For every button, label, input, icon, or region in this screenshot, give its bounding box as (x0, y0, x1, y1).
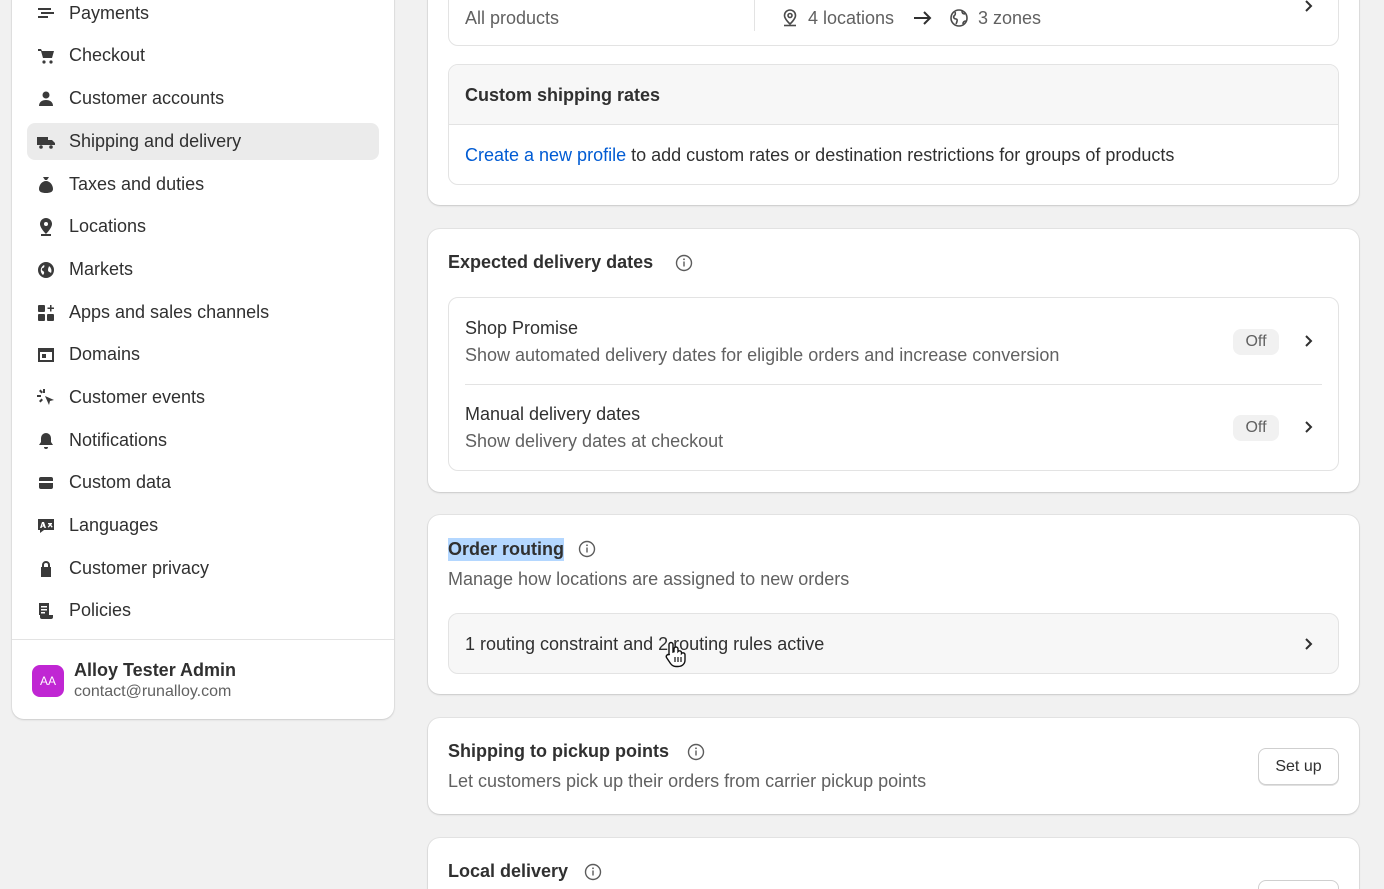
sidebar-item-apps-and-sales-channels[interactable]: Apps and sales channels (27, 294, 379, 331)
sidebar-item-label: Markets (69, 259, 134, 279)
status-badge: Off (1233, 415, 1279, 441)
sidebar-item-label: Customer events (69, 387, 206, 407)
sidebar-item-shipping-and-delivery[interactable]: Shipping and delivery (27, 123, 379, 160)
user-profile[interactable]: AA Alloy Tester Admin contact@runalloy.c… (32, 659, 236, 703)
globe-icon (950, 9, 968, 27)
custom-rates-title: Custom shipping rates (465, 85, 661, 105)
set-up-button[interactable]: Set up (1258, 748, 1339, 785)
local-delivery-card: Local delivery (428, 838, 1359, 889)
order-routing-desc: Manage how locations are assigned to new… (448, 569, 850, 589)
language-icon (35, 515, 57, 537)
sidebar-item-label: Taxes and duties (69, 174, 205, 194)
custom-rates-description: to add custom rates or destination restr… (626, 145, 1175, 165)
sidebar-item-label: Payments (69, 3, 150, 23)
policy-icon (35, 600, 57, 622)
sidebar-item-label: Domains (69, 344, 141, 364)
sidebar-item-label: Notifications (69, 430, 168, 450)
custom-rates-section: Custom shipping rates Create a new profi… (448, 64, 1339, 185)
shop-promise-row[interactable]: Shop Promise Show automated delivery dat… (449, 298, 1338, 384)
pickup-points-card: Shipping to pickup points Let customers … (428, 718, 1359, 814)
info-icon[interactable] (578, 540, 596, 558)
domain-icon (35, 344, 57, 366)
lock-icon (35, 558, 57, 580)
sidebar-item-label: Apps and sales channels (69, 302, 270, 322)
hand-cursor-icon (665, 641, 686, 668)
sidebar-item-label: Custom data (69, 472, 172, 492)
zones-count: 3 zones (978, 8, 1042, 28)
sidebar-item-label: Locations (69, 216, 147, 236)
divider (754, 0, 755, 31)
cart-icon (35, 45, 57, 67)
info-icon[interactable] (675, 254, 693, 272)
general-profile-row[interactable]: All products 4 locations 3 zones (448, 0, 1339, 46)
sidebar-item-label: Policies (69, 600, 132, 620)
avatar: AA (32, 665, 64, 697)
locations-count: 4 locations (808, 8, 895, 28)
arrow-right-icon (914, 11, 932, 25)
routing-summary-row[interactable]: 1 routing constraint and 2 routing rules… (448, 613, 1339, 674)
cursor-click-icon (35, 387, 57, 409)
sidebar-item-label: Customer accounts (69, 88, 225, 108)
status-badge: Off (1233, 329, 1279, 355)
sidebar-item-label: Shipping and delivery (69, 131, 242, 151)
order-routing-card: Order routing Manage how locations are a… (428, 515, 1359, 694)
sidebar-divider (12, 639, 394, 640)
sidebar-item-domains[interactable]: Domains (27, 336, 379, 373)
sidebar-item-markets[interactable]: Markets (27, 251, 379, 288)
delivery-dates-list: Shop Promise Show automated delivery dat… (448, 297, 1339, 471)
money-bag-icon (35, 174, 57, 196)
chevron-right-icon (1305, 421, 1313, 433)
sidebar-item-locations[interactable]: Locations (27, 208, 379, 245)
local-delivery-title: Local delivery (448, 861, 569, 881)
sidebar-item-checkout[interactable]: Checkout (27, 37, 379, 74)
manual-delivery-row[interactable]: Manual delivery dates Show delivery date… (449, 385, 1338, 471)
sidebar-item-customer-privacy[interactable]: Customer privacy (27, 550, 379, 587)
order-routing-title: Order routing (448, 538, 564, 561)
manual-delivery-title: Manual delivery dates (465, 404, 641, 424)
products-label: All products (465, 8, 560, 28)
sidebar-item-payments[interactable]: Payments (27, 0, 379, 32)
local-delivery-button[interactable] (1258, 880, 1339, 889)
user-name: Alloy Tester Admin (74, 660, 237, 680)
chevron-right-icon (1305, 0, 1313, 12)
manual-delivery-desc: Show delivery dates at checkout (465, 431, 724, 451)
truck-icon (35, 131, 57, 153)
location-pin-icon (35, 216, 57, 238)
bell-icon (35, 430, 57, 452)
sidebar-item-label: Checkout (69, 45, 146, 65)
pickup-points-title: Shipping to pickup points (448, 741, 669, 761)
shop-promise-title: Shop Promise (465, 318, 579, 338)
shipping-general-card: All products 4 locations 3 zones Custom … (428, 0, 1359, 205)
sidebar-item-customer-events[interactable]: Customer events (27, 379, 379, 416)
expected-delivery-title: Expected delivery dates (448, 252, 654, 272)
chevron-right-icon (1305, 335, 1313, 347)
pickup-points-desc: Let customers pick up their orders from … (448, 771, 927, 791)
globe-icon (35, 259, 57, 281)
apps-icon (35, 302, 57, 324)
location-pin-icon (783, 9, 797, 27)
expected-delivery-card: Expected delivery dates Shop Promise Sho… (428, 229, 1359, 492)
sidebar-item-label: Languages (69, 515, 159, 535)
user-email: contact@runalloy.com (74, 683, 232, 700)
payments-icon (35, 3, 57, 25)
sidebar-item-custom-data[interactable]: Custom data (27, 464, 379, 501)
sidebar-item-policies[interactable]: Policies (27, 592, 379, 629)
custom-rates-text: Create a new profile to add custom rates… (465, 145, 1174, 166)
sidebar-item-taxes-and-duties[interactable]: Taxes and duties (27, 166, 379, 203)
routing-summary: 1 routing constraint and 2 routing rules… (465, 634, 825, 654)
create-profile-link[interactable]: Create a new profile (465, 145, 626, 165)
database-icon (35, 472, 57, 494)
chevron-right-icon (1305, 638, 1313, 650)
person-icon (35, 88, 57, 110)
sidebar-item-label: Customer privacy (69, 558, 210, 578)
info-icon[interactable] (584, 863, 602, 881)
settings-sidebar: Payments Checkout Customer accounts Ship… (12, 0, 394, 719)
sidebar-item-languages[interactable]: Languages (27, 507, 379, 544)
sidebar-item-customer-accounts[interactable]: Customer accounts (27, 80, 379, 117)
info-icon[interactable] (687, 743, 705, 761)
sidebar-item-notifications[interactable]: Notifications (27, 422, 379, 459)
shop-promise-desc: Show automated delivery dates for eligib… (465, 345, 1060, 365)
